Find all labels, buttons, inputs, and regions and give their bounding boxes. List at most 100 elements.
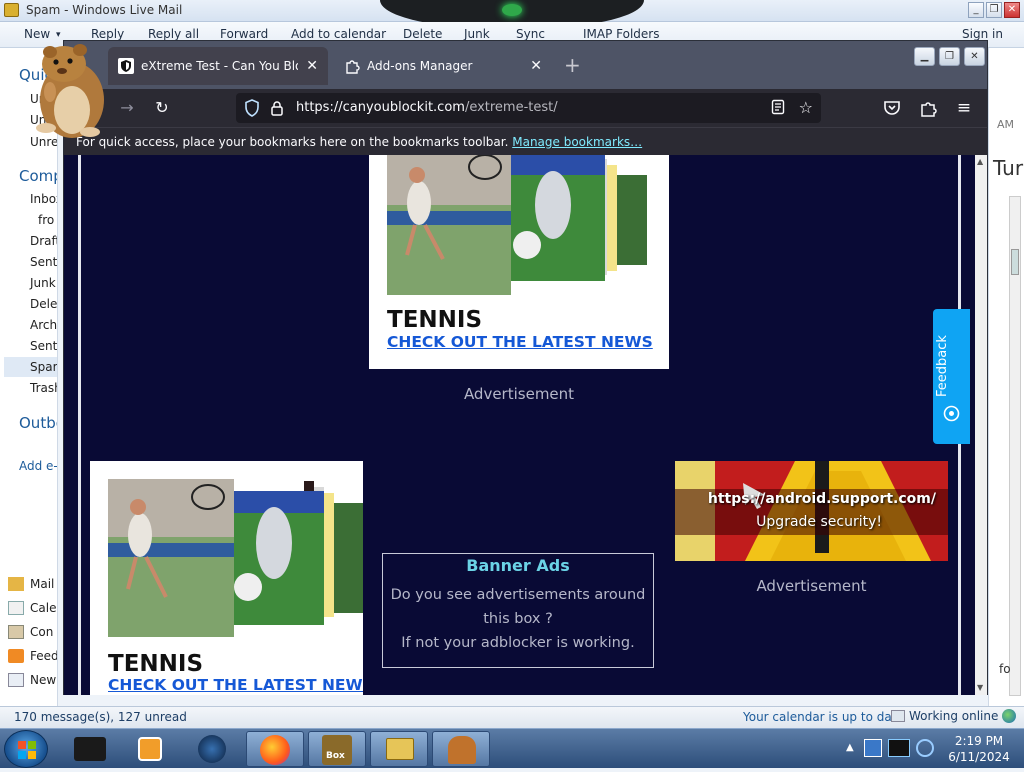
taskbar-globe-app[interactable] xyxy=(184,731,242,767)
tab-extreme-test[interactable]: eXtreme Test - Can You Block It ✕ xyxy=(108,47,328,85)
reader-view-icon[interactable] xyxy=(771,99,785,115)
close-tab-icon[interactable]: ✕ xyxy=(306,58,318,74)
sign-in-link[interactable]: Sign in xyxy=(962,27,1003,41)
ad-link[interactable]: CHECK OUT THE LATEST NEWS xyxy=(387,333,653,351)
globe-icon xyxy=(1002,709,1017,723)
outbox-header[interactable]: Outbo xyxy=(19,414,57,432)
hamster-desktop-pet[interactable] xyxy=(24,36,114,140)
sync-button[interactable]: Sync xyxy=(516,27,545,41)
security-warning-ad[interactable]: https://android.support.com/ Upgrade sec… xyxy=(675,461,948,561)
url-text[interactable]: https://canyoublockit.com/extreme-test/ xyxy=(296,100,558,115)
computer-account-header[interactable]: Comp xyxy=(19,167,57,185)
taskbar: Box ▲ 2:19 PM 6/11/2024 xyxy=(0,728,1024,768)
banner-ads-heading: Banner Ads xyxy=(466,556,570,575)
imap-folders-button[interactable]: IMAP Folders xyxy=(583,27,660,41)
scroll-up-icon[interactable]: ▲ xyxy=(977,157,983,166)
junk-button[interactable]: Junk xyxy=(464,27,490,41)
taskbar-app-generic[interactable] xyxy=(62,731,120,767)
folder-spam[interactable]: Spam xyxy=(4,357,57,377)
box-label: Box xyxy=(326,751,345,761)
maximize-button[interactable]: ❐ xyxy=(986,2,1002,18)
close-tab-icon[interactable]: ✕ xyxy=(530,58,542,74)
extensions-puzzle-icon[interactable] xyxy=(920,99,937,117)
firefox-window-controls: ▁ ❐ ✕ xyxy=(914,47,985,66)
new-tab-button[interactable]: + xyxy=(564,53,581,77)
volume-icon[interactable] xyxy=(916,739,934,757)
reload-icon[interactable]: ↻ xyxy=(151,98,173,120)
bookmarks-toolbar: For quick access, place your bookmarks h… xyxy=(64,127,987,155)
folder-trash[interactable]: Trash xyxy=(30,381,57,395)
tracking-protection-shield-icon[interactable] xyxy=(244,99,260,117)
clock-time: 2:19 PM xyxy=(954,734,1004,748)
forward-button[interactable]: Forward xyxy=(220,27,268,41)
banner-ads-text-line: this box ? xyxy=(483,611,553,627)
message-count-status: 170 message(s), 127 unread xyxy=(14,710,187,724)
app-calendar[interactable]: Cale xyxy=(8,601,56,615)
clock-date: 6/11/2024 xyxy=(948,750,1010,764)
close-button[interactable]: ✕ xyxy=(1004,2,1020,18)
start-button[interactable] xyxy=(4,730,48,768)
app-feeds[interactable]: Feed xyxy=(8,649,57,663)
folder-junk[interactable]: Junk xyxy=(30,276,56,290)
windows-logo-icon xyxy=(18,741,36,759)
wlm-reading-pane: AM Tur fo xyxy=(988,48,1024,706)
tennis-ad-bottom[interactable]: TENNIS CHECK OUT THE LATEST NEWS xyxy=(90,461,363,695)
puzzle-icon xyxy=(346,60,360,74)
delete-button[interactable]: Delete xyxy=(403,27,442,41)
taskbar-media-player[interactable] xyxy=(122,731,180,767)
media-player-icon xyxy=(138,737,162,761)
minimize-button[interactable]: _ xyxy=(968,2,984,18)
network-monitor-icon[interactable] xyxy=(888,739,910,757)
scrollbar-thumb[interactable] xyxy=(1011,249,1019,275)
ad-link[interactable]: CHECK OUT THE LATEST NEWS xyxy=(108,676,363,694)
web-page-content: TENNIS CHECK OUT THE LATEST NEWS Adverti… xyxy=(64,155,987,695)
feedback-tab[interactable]: Feedback xyxy=(933,309,970,444)
taskbar-firefox[interactable] xyxy=(246,731,304,767)
online-status[interactable]: Working online xyxy=(891,709,1017,723)
lock-icon[interactable] xyxy=(270,100,284,116)
feedback-label: Feedback xyxy=(935,335,950,397)
folder-from[interactable]: fro xyxy=(38,213,54,227)
folder-sent[interactable]: Sent xyxy=(30,255,57,269)
folder-drafts[interactable]: Draft xyxy=(30,234,57,248)
app-newsgroups[interactable]: New xyxy=(8,673,56,687)
taskbar-windows-live-mail[interactable] xyxy=(370,731,428,767)
folder-deleted[interactable]: Delet xyxy=(30,297,57,311)
mail-icon xyxy=(8,577,24,591)
maximize-button[interactable]: ❐ xyxy=(939,47,960,66)
tray-app-icon[interactable] xyxy=(864,739,882,757)
ad-title: TENNIS xyxy=(108,651,204,677)
calendar-icon xyxy=(8,601,24,615)
tab-addons-manager[interactable]: Add-ons Manager ✕ xyxy=(334,47,552,85)
site-shield-icon xyxy=(118,58,134,74)
folder-archive[interactable]: Archi xyxy=(30,318,57,332)
page-scrollbar[interactable]: ▲ ▼ xyxy=(975,155,987,695)
add-to-calendar-button[interactable]: Add to calendar xyxy=(291,27,386,41)
app-contacts[interactable]: Con xyxy=(8,625,53,639)
firefox-window: eXtreme Test - Can You Block It ✕ Add-on… xyxy=(63,40,988,695)
tennis-ad-top[interactable]: TENNIS CHECK OUT THE LATEST NEWS xyxy=(369,155,669,369)
menu-hamburger-icon[interactable]: ≡ xyxy=(953,98,975,120)
show-hidden-icons-arrow[interactable]: ▲ xyxy=(846,742,854,753)
scroll-down-icon[interactable]: ▼ xyxy=(977,683,983,692)
folder-sent-2[interactable]: Sent xyxy=(30,339,57,353)
taskbar-desktop-pet[interactable] xyxy=(432,731,490,767)
taskbar-box-app[interactable]: Box xyxy=(308,731,366,767)
folder-inbox[interactable]: Inbox xyxy=(30,192,57,206)
manage-bookmarks-link[interactable]: Manage bookmarks… xyxy=(512,135,642,149)
pocket-icon[interactable] xyxy=(883,100,901,116)
url-bar[interactable]: https://canyoublockit.com/extreme-test/ … xyxy=(236,93,821,123)
banner-ads-text-line: Do you see advertisements around xyxy=(390,587,646,603)
app-mail[interactable]: Mail xyxy=(8,577,54,591)
add-email-account-link[interactable]: Add e- xyxy=(19,459,57,473)
reading-pane-scrollbar[interactable] xyxy=(1009,196,1021,696)
calendar-status-link[interactable]: Your calendar is up to date xyxy=(743,710,904,724)
wlm-window-controls: _ ❐ ✕ xyxy=(968,2,1020,18)
bookmark-star-icon[interactable]: ☆ xyxy=(799,98,813,117)
close-button[interactable]: ✕ xyxy=(964,47,985,66)
forward-arrow-icon[interactable]: → xyxy=(116,98,138,120)
advertisement-caption: Advertisement xyxy=(463,385,575,403)
system-clock[interactable]: 2:19 PM 6/11/2024 xyxy=(944,733,1014,765)
reply-all-button[interactable]: Reply all xyxy=(148,27,199,41)
minimize-button[interactable]: ▁ xyxy=(914,47,935,66)
